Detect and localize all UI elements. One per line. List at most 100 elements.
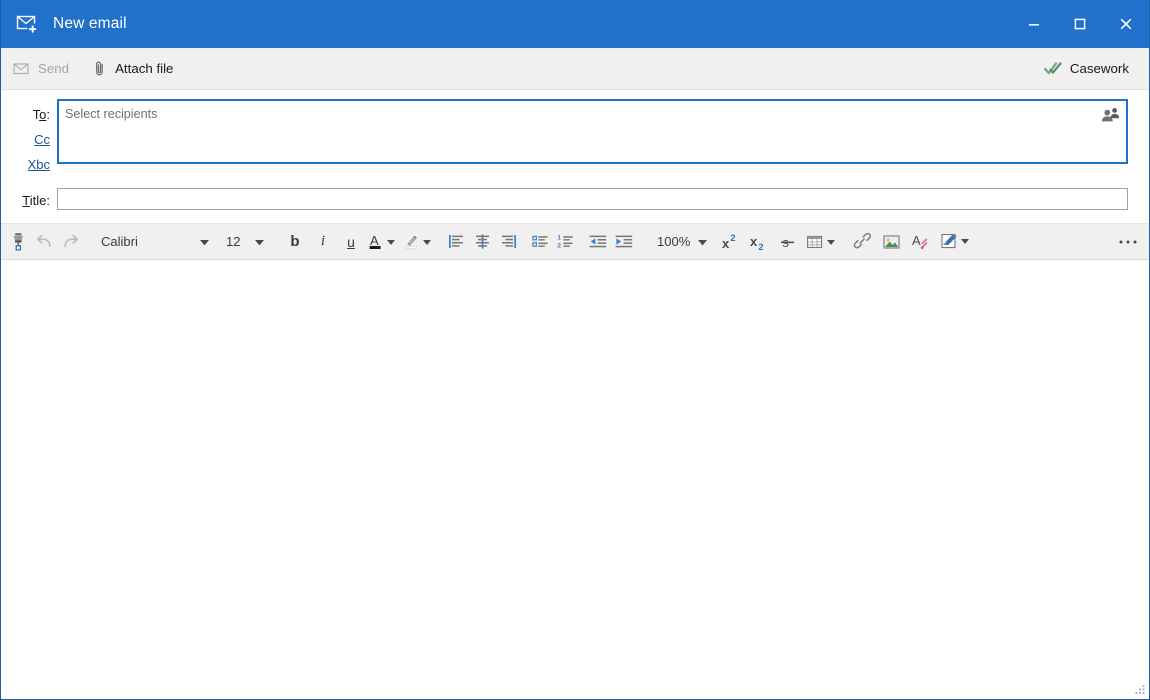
send-mail-icon bbox=[13, 61, 30, 76]
insert-image-button[interactable] bbox=[877, 227, 907, 256]
font-color-icon: A bbox=[368, 232, 398, 252]
numbered-list-icon: 1 2 bbox=[556, 233, 576, 250]
command-bar: Send Attach file Casework bbox=[1, 48, 1149, 90]
insert-link-button[interactable] bbox=[847, 227, 877, 256]
undo-icon bbox=[35, 233, 54, 250]
numbered-list-button[interactable]: 1 2 bbox=[553, 227, 579, 256]
align-right-icon bbox=[499, 233, 518, 250]
title-label-col: Title: bbox=[1, 185, 57, 213]
insert-table-button[interactable] bbox=[803, 227, 841, 256]
header-fields: To: Cc Xbc Select recipients Title: bbox=[1, 90, 1149, 223]
bulleted-list-icon bbox=[531, 233, 550, 250]
decrease-indent-button[interactable] bbox=[585, 227, 611, 256]
send-button[interactable]: Send bbox=[1, 48, 81, 89]
align-left-button[interactable] bbox=[443, 227, 469, 256]
increase-indent-icon bbox=[614, 233, 634, 250]
casework-label: Casework bbox=[1070, 61, 1129, 76]
align-center-button[interactable] bbox=[469, 227, 495, 256]
zoom-value: 100% bbox=[650, 234, 690, 249]
title-input[interactable] bbox=[57, 188, 1128, 210]
italic-button[interactable]: i bbox=[309, 227, 337, 256]
strikethrough-button[interactable]: s bbox=[775, 227, 803, 256]
maximize-button[interactable] bbox=[1057, 0, 1103, 48]
clear-formatting-icon: A bbox=[911, 232, 933, 251]
svg-text:A: A bbox=[370, 233, 379, 248]
chevron-down-icon bbox=[247, 233, 272, 251]
double-check-icon bbox=[1044, 61, 1062, 76]
highlighter-icon bbox=[404, 232, 434, 252]
align-right-button[interactable] bbox=[495, 227, 521, 256]
bold-button[interactable]: b bbox=[281, 227, 309, 256]
format-painter-icon bbox=[10, 232, 27, 251]
svg-text:x: x bbox=[750, 234, 758, 249]
signature-icon bbox=[940, 232, 972, 251]
close-icon bbox=[1120, 18, 1132, 30]
minimize-button[interactable] bbox=[1011, 0, 1057, 48]
overflow-menu-button[interactable] bbox=[1117, 224, 1139, 259]
attach-file-label: Attach file bbox=[115, 61, 173, 76]
paperclip-icon bbox=[93, 60, 107, 77]
subscript-icon: x 2 bbox=[749, 233, 773, 251]
font-size-value: 12 bbox=[219, 234, 247, 249]
svg-text:2: 2 bbox=[557, 242, 561, 249]
superscript-button[interactable]: x 2 bbox=[719, 227, 747, 256]
close-button[interactable] bbox=[1103, 0, 1149, 48]
resize-grip[interactable] bbox=[1133, 683, 1146, 696]
window-title: New email bbox=[53, 15, 127, 33]
new-mail-icon bbox=[15, 11, 41, 37]
underline-button[interactable]: u bbox=[337, 227, 365, 256]
signature-button[interactable] bbox=[937, 227, 975, 256]
decrease-indent-icon bbox=[588, 233, 608, 250]
chevron-down-icon bbox=[690, 233, 715, 251]
underline-icon: u bbox=[347, 234, 355, 250]
font-size-combo[interactable]: 12 bbox=[218, 227, 273, 256]
zoom-combo[interactable]: 100% bbox=[649, 227, 711, 256]
clear-formatting-button[interactable]: A bbox=[907, 227, 937, 256]
new-email-window: New email bbox=[0, 0, 1150, 700]
image-icon bbox=[882, 233, 902, 251]
command-bar-right: Casework bbox=[1032, 48, 1141, 89]
align-left-icon bbox=[447, 233, 466, 250]
title-bar: New email bbox=[1, 0, 1149, 48]
to-placeholder: Select recipients bbox=[65, 107, 157, 121]
svg-text:x: x bbox=[722, 236, 730, 251]
strikethrough-icon: s bbox=[779, 233, 799, 251]
attach-file-button[interactable]: Attach file bbox=[81, 48, 185, 89]
increase-indent-button[interactable] bbox=[611, 227, 637, 256]
italic-icon: i bbox=[321, 233, 325, 250]
link-icon bbox=[852, 233, 872, 251]
font-color-button[interactable]: A bbox=[365, 227, 401, 256]
font-family-value: Calibri bbox=[94, 234, 192, 249]
cc-link[interactable]: Cc bbox=[34, 127, 57, 152]
maximize-icon bbox=[1074, 18, 1086, 30]
format-toolbar: Calibri 12 b i u A bbox=[1, 223, 1149, 260]
redo-button[interactable] bbox=[57, 227, 83, 256]
svg-text:2: 2 bbox=[731, 233, 736, 243]
message-body-editor[interactable] bbox=[1, 260, 1149, 699]
font-family-combo[interactable]: Calibri bbox=[93, 227, 218, 256]
svg-text:A: A bbox=[912, 233, 921, 248]
chevron-down-icon bbox=[192, 233, 217, 251]
recipient-labels: To: Cc Xbc bbox=[1, 99, 57, 177]
highlight-button[interactable] bbox=[401, 227, 437, 256]
title-row: Title: bbox=[1, 185, 1149, 213]
subscript-button[interactable]: x 2 bbox=[747, 227, 775, 256]
bulleted-list-button[interactable] bbox=[527, 227, 553, 256]
send-label: Send bbox=[38, 61, 69, 76]
format-painter-button[interactable] bbox=[5, 227, 31, 256]
minimize-icon bbox=[1028, 18, 1040, 30]
select-contacts-icon[interactable] bbox=[1100, 106, 1122, 130]
recipients-row: To: Cc Xbc Select recipients bbox=[1, 99, 1149, 177]
to-input[interactable]: Select recipients bbox=[57, 99, 1128, 164]
bold-icon: b bbox=[290, 233, 299, 250]
redo-icon bbox=[61, 233, 80, 250]
ellipsis-icon bbox=[1117, 238, 1139, 246]
superscript-icon: x 2 bbox=[721, 233, 745, 251]
table-icon bbox=[806, 233, 838, 251]
align-center-icon bbox=[473, 233, 492, 250]
bcc-link[interactable]: Xbc bbox=[28, 152, 57, 177]
title-label: Title: bbox=[22, 188, 57, 213]
undo-button[interactable] bbox=[31, 227, 57, 256]
svg-text:1: 1 bbox=[557, 235, 561, 242]
casework-button[interactable]: Casework bbox=[1032, 48, 1141, 89]
